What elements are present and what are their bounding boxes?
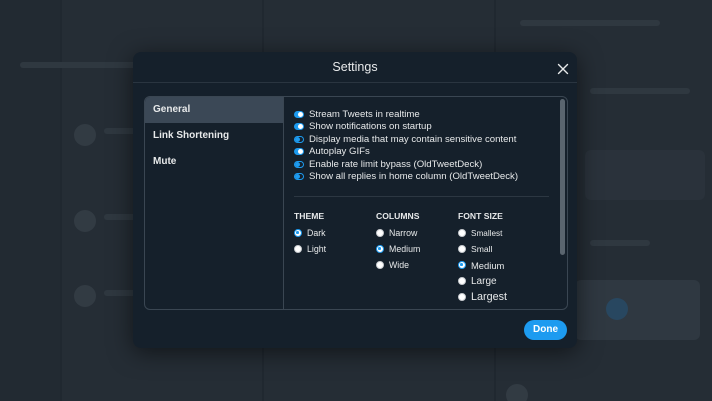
theme-light-radio[interactable]	[294, 245, 302, 253]
nav-item-general[interactable]: General	[145, 97, 283, 123]
settings-nav: General Link Shortening Mute	[145, 97, 284, 309]
nav-item-mute[interactable]: Mute	[145, 149, 283, 175]
font-size-option-small[interactable]: Small	[458, 241, 507, 257]
section-divider	[294, 196, 549, 197]
toggle-label: Enable rate limit bypass (OldTweetDeck)	[309, 158, 483, 170]
font-size-small-radio[interactable]	[458, 245, 466, 253]
settings-modal: Settings General Link Shortening Mute St…	[133, 52, 577, 348]
settings-panel: General Link Shortening Mute Stream Twee…	[144, 96, 568, 310]
font-size-smallest-radio[interactable]	[458, 229, 466, 237]
toggle-row-rate-limit-bypass[interactable]: Enable rate limit bypass (OldTweetDeck)	[294, 158, 518, 171]
columns-option-narrow[interactable]: Narrow	[376, 225, 420, 241]
show-all-replies-toggle[interactable]	[294, 173, 304, 181]
columns-medium-radio[interactable]	[376, 245, 384, 253]
columns-wide-radio[interactable]	[376, 261, 384, 269]
radio-label: Medium	[389, 244, 421, 254]
radio-label: Small	[471, 244, 493, 254]
columns-group: COLUMNS Narrow Medium Wide	[376, 211, 420, 273]
toggle-row-show-all-replies[interactable]: Show all replies in home column (OldTwee…	[294, 171, 518, 184]
autoplay-gifs-toggle[interactable]	[294, 148, 304, 156]
font-size-large-radio[interactable]	[458, 277, 466, 285]
radio-label: Narrow	[389, 228, 418, 238]
radio-label: Wide	[389, 260, 410, 270]
general-settings: Stream Tweets in realtime Show notificat…	[284, 97, 567, 309]
font-size-medium-radio[interactable]	[458, 261, 466, 269]
close-button[interactable]	[557, 62, 569, 75]
font-size-option-large[interactable]: Large	[458, 273, 507, 289]
done-button[interactable]: Done	[524, 320, 567, 340]
font-size-group: FONT SIZE Smallest Small Medium Large La…	[458, 211, 507, 305]
radio-label: Light	[307, 244, 327, 254]
toggle-label: Stream Tweets in realtime	[309, 108, 420, 120]
font-size-option-medium[interactable]: Medium	[458, 257, 507, 273]
theme-option-light[interactable]: Light	[294, 241, 326, 257]
toggle-label: Show all replies in home column (OldTwee…	[309, 171, 519, 183]
theme-title: THEME	[294, 211, 325, 221]
toggle-row-stream-tweets[interactable]: Stream Tweets in realtime	[294, 108, 518, 121]
columns-narrow-radio[interactable]	[376, 229, 384, 237]
toggle-row-autoplay-gifs[interactable]: Autoplay GIFs	[294, 146, 518, 159]
toggle-list: Stream Tweets in realtime Show notificat…	[294, 108, 518, 183]
toggle-row-notifications[interactable]: Show notifications on startup	[294, 121, 518, 134]
toggle-label: Autoplay GIFs	[309, 146, 370, 158]
theme-option-dark[interactable]: Dark	[294, 225, 326, 241]
sensitive-media-toggle[interactable]	[294, 135, 304, 143]
nav-item-link-shortening[interactable]: Link Shortening	[145, 123, 283, 149]
toggle-label: Show notifications on startup	[309, 121, 432, 133]
scrollbar[interactable]	[560, 99, 565, 255]
toggle-label: Display media that may contain sensitive…	[309, 133, 517, 145]
theme-group: THEME Dark Light	[294, 211, 326, 257]
theme-dark-radio[interactable]	[294, 229, 302, 237]
font-size-title: FONT SIZE	[458, 211, 503, 221]
font-size-option-smallest[interactable]: Smallest	[458, 225, 507, 241]
radio-label: Largest	[471, 291, 508, 303]
radio-label: Medium	[471, 259, 505, 271]
rate-limit-bypass-toggle[interactable]	[294, 160, 304, 168]
close-icon	[557, 63, 569, 75]
modal-header: Settings	[133, 52, 577, 83]
modal-title: Settings	[332, 60, 378, 74]
toggle-row-sensitive-media[interactable]: Display media that may contain sensitive…	[294, 133, 518, 146]
font-size-option-largest[interactable]: Largest	[458, 289, 507, 305]
columns-title: COLUMNS	[376, 211, 420, 221]
radio-label: Smallest	[471, 228, 503, 238]
font-size-largest-radio[interactable]	[458, 293, 466, 301]
radio-label: Large	[471, 275, 497, 287]
radio-label: Dark	[307, 228, 326, 238]
columns-option-medium[interactable]: Medium	[376, 241, 420, 257]
columns-option-wide[interactable]: Wide	[376, 257, 420, 273]
stream-tweets-toggle[interactable]	[294, 110, 304, 118]
notifications-toggle[interactable]	[294, 123, 304, 131]
